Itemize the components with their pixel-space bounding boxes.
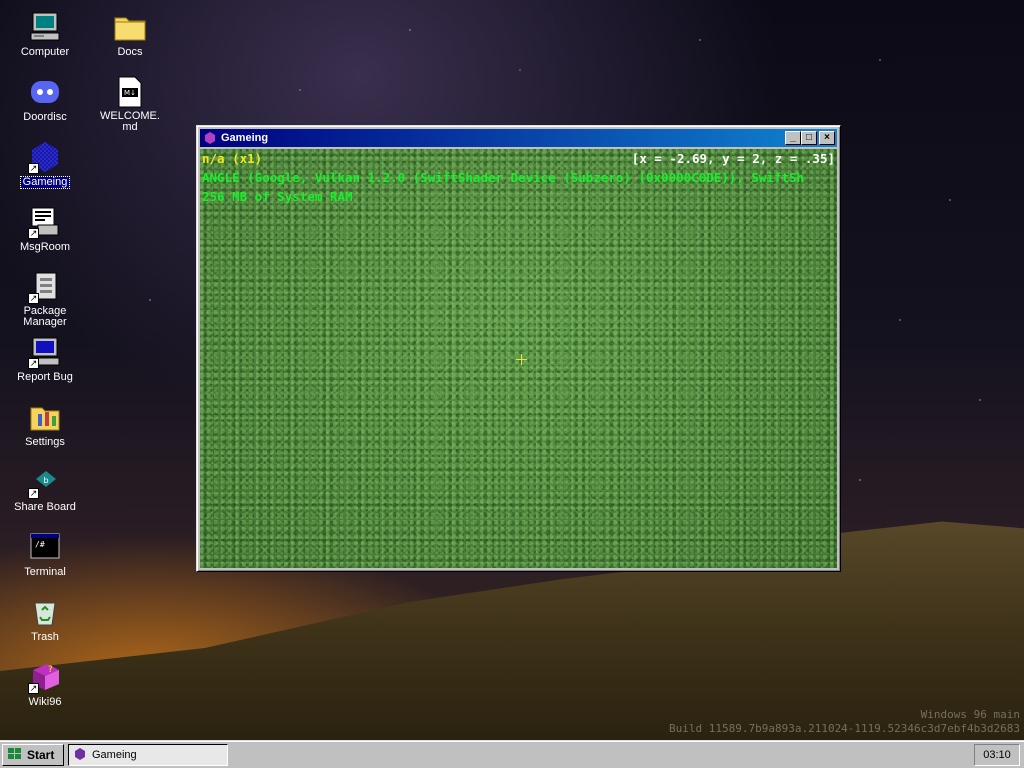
report-bug-icon: ↗ [28, 335, 62, 369]
game-icon: ↗ [28, 140, 62, 174]
build-watermark: Windows 96 main Build 11589.7b9a893a.211… [669, 708, 1020, 736]
desktop-icon-report-bug[interactable]: ↗ Report Bug [10, 335, 80, 383]
desktop-icon-package-manager[interactable]: ↗ Package Manager [10, 270, 80, 328]
shortcut-arrow-icon: ↗ [28, 683, 39, 694]
watermark-line-2: Build 11589.7b9a893a.211024-1119.52346c3… [669, 722, 1020, 735]
desktop-icon-gameing[interactable]: ↗ Gameing [10, 140, 80, 189]
desktop-icon-welcome-md[interactable]: M↓ WELCOME.md [95, 75, 165, 133]
terminal-icon: /# [28, 530, 62, 564]
desktop-icon-msgroom[interactable]: ↗ MsgRoom [10, 205, 80, 253]
svg-text:M↓: M↓ [124, 89, 136, 97]
share-board-icon: b ↗ [28, 465, 62, 499]
folder-icon [113, 10, 147, 44]
desktop-icon-share-board[interactable]: b ↗ Share Board [10, 465, 80, 513]
window-titlebar[interactable]: Gameing _ □ × [200, 129, 837, 147]
game-icon [203, 131, 217, 145]
gameing-window[interactable]: Gameing _ □ × n/a (x1) [x = -2.69, y = 2… [196, 125, 841, 572]
minimize-button[interactable]: _ [785, 131, 801, 145]
desktop-icon-settings[interactable]: Settings [10, 400, 80, 448]
watermark-line-1: Windows 96 main [920, 708, 1020, 721]
computer-icon [28, 10, 62, 44]
taskbar-item-gameing[interactable]: Gameing [68, 744, 228, 766]
svg-text:?: ? [48, 665, 53, 675]
shortcut-arrow-icon: ↗ [28, 358, 39, 369]
shortcut-arrow-icon: ↗ [28, 163, 39, 174]
discord-icon [28, 75, 62, 109]
hud-renderer: ANGLE (Google, Vulkan 1.2.0 (SwiftShader… [202, 170, 805, 185]
maximize-button[interactable]: □ [801, 131, 817, 145]
game-icon [73, 747, 87, 764]
start-logo-icon [7, 747, 23, 764]
start-button[interactable]: Start [2, 744, 64, 766]
package-manager-icon: ↗ [28, 270, 62, 304]
shortcut-arrow-icon: ↗ [28, 293, 39, 304]
window-title: Gameing [221, 132, 269, 144]
wiki-icon: ? ↗ [28, 660, 62, 694]
shortcut-arrow-icon: ↗ [28, 488, 39, 499]
desktop-icon-computer[interactable]: Computer [10, 10, 80, 58]
taskbar-item-label: Gameing [92, 749, 137, 761]
taskbar: Start Gameing 03:10 [0, 740, 1024, 768]
hud-memory: 256 MB of System RAM [202, 189, 353, 204]
system-tray-clock[interactable]: 03:10 [974, 744, 1020, 766]
clock-label: 03:10 [983, 749, 1011, 761]
hud-coordinates: [x = -2.69, y = 2, z = .35] [631, 151, 835, 166]
settings-icon [28, 400, 62, 434]
desktop-icon-wiki96[interactable]: ? ↗ Wiki96 [10, 660, 80, 708]
svg-text:b: b [43, 476, 48, 485]
markdown-file-icon: M↓ [113, 75, 147, 109]
start-label: Start [27, 748, 55, 762]
desktop-icon-trash[interactable]: Trash [10, 595, 80, 643]
game-viewport[interactable]: n/a (x1) [x = -2.69, y = 2, z = .35] ANG… [200, 149, 837, 568]
crosshair-icon [516, 354, 527, 365]
desktop-icon-terminal[interactable]: /# Terminal [10, 530, 80, 578]
desktop-icon-docs[interactable]: Docs [95, 10, 165, 58]
close-button[interactable]: × [819, 131, 835, 145]
trash-icon [28, 595, 62, 629]
shortcut-arrow-icon: ↗ [28, 228, 39, 239]
svg-text:/#: /# [35, 540, 45, 549]
msgroom-icon: ↗ [28, 205, 62, 239]
hud-status: n/a (x1) [202, 151, 263, 166]
desktop-icon-doordisc[interactable]: Doordisc [10, 75, 80, 123]
